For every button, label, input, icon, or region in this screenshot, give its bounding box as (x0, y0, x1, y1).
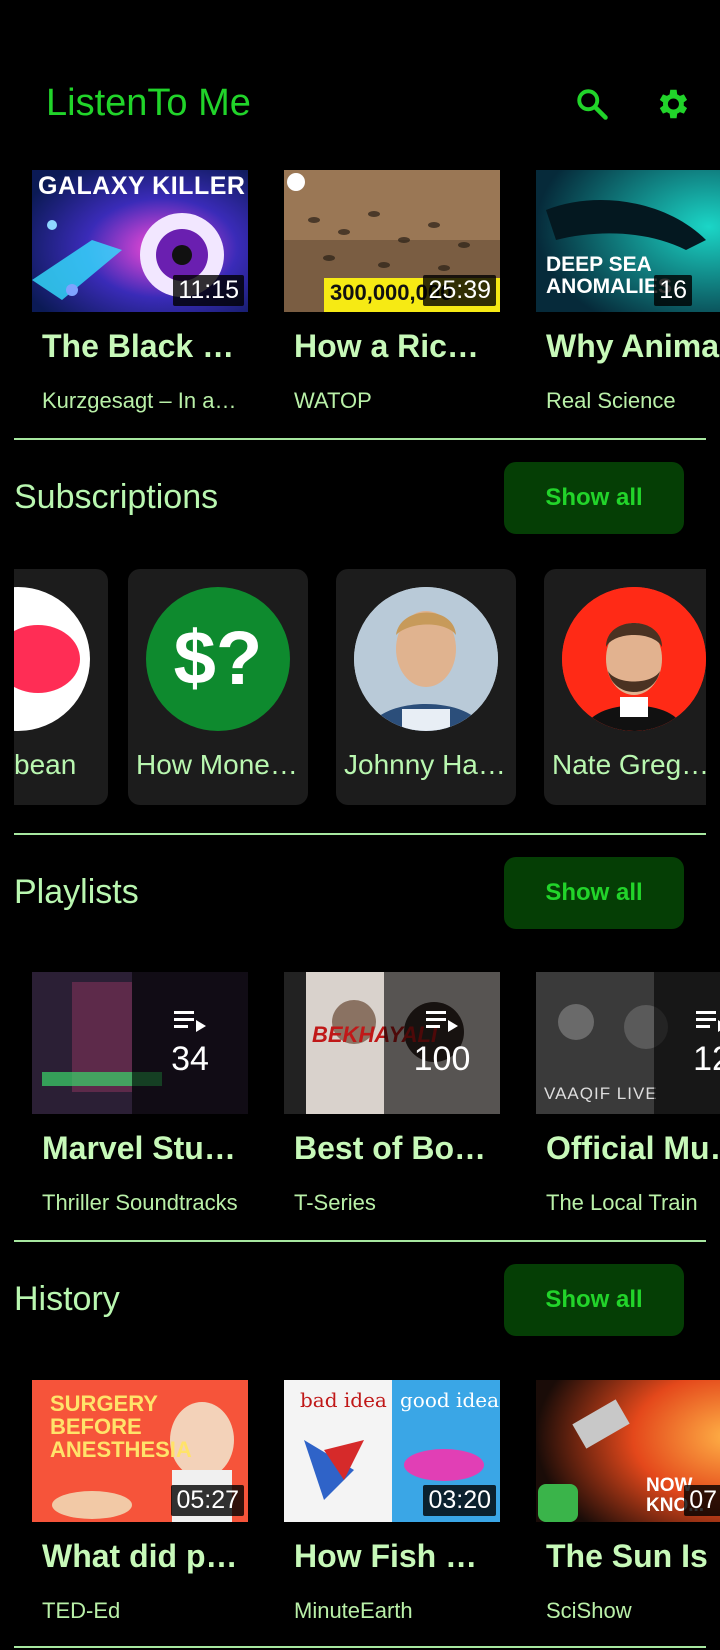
video-thumbnail[interactable]: GALAXY KILLER 11:15 (32, 170, 248, 312)
thumbnail-caption-right: good idea (400, 1388, 500, 1412)
avatar: $? (146, 587, 290, 731)
subscriptions-header: Subscriptions Show all (0, 462, 720, 534)
show-all-playlists-button[interactable]: Show all (504, 857, 684, 929)
playlist-channel: T-Series (294, 1190, 376, 1212)
subscriptions-row: bean $? How Money Works Johnny Harris (14, 569, 706, 805)
app-title: ListenTo Me (46, 82, 251, 124)
video-title: The Black Hole That Kills Galaxies (42, 328, 242, 364)
playlist-thumbnail[interactable]: 34 (32, 972, 248, 1114)
subscription-card[interactable]: Nate Gregory (544, 569, 706, 805)
playlist-overlay: 100 (384, 972, 500, 1114)
avatar (562, 587, 706, 731)
channel-name: MinuteEarth (294, 1598, 413, 1623)
video-thumbnail[interactable]: 300,000,000 25:39 (284, 170, 500, 312)
history-header: History Show all (0, 1264, 720, 1336)
playlist-channel: The Local Train (546, 1190, 698, 1212)
history-row: SURGERY BEFORE ANESTHESIA 05:27 What did… (0, 1380, 720, 1630)
channel-name: Real Science (546, 388, 676, 413)
playlist-icon (694, 1008, 720, 1036)
thumbnail-caption: GALAXY KILLER (38, 172, 246, 200)
duration-badge: 16 (654, 275, 692, 306)
duration-badge: 07 (684, 1485, 720, 1516)
recommended-row: GALAXY KILLER 11:15 The Black Hole That … (0, 170, 720, 430)
subscription-card[interactable]: Johnny Harris (336, 569, 516, 805)
subscription-name: Nate Gregory (552, 749, 706, 780)
playlist-overlay: 34 (132, 972, 248, 1114)
playlist-count: 12 (693, 1039, 720, 1078)
avatar (354, 587, 498, 731)
show-all-history-button[interactable]: Show all (504, 1264, 684, 1336)
playlist-title: Best of Bollywood (294, 1130, 494, 1166)
duration-badge: 03:20 (423, 1485, 496, 1516)
section-divider (14, 1240, 706, 1242)
thumbnail-caption: VAAQIF LIVE (544, 1084, 658, 1103)
section-title: History (14, 1280, 120, 1318)
video-thumbnail[interactable]: NOW KNO... 07 (536, 1380, 720, 1522)
channel-name: TED-Ed (42, 1598, 121, 1623)
video-thumbnail[interactable]: SURGERY BEFORE ANESTHESIA 05:27 (32, 1380, 248, 1522)
duration-badge: 05:27 (171, 1485, 244, 1516)
video-title: How a Rich Ecosystem (294, 328, 494, 364)
thumbnail-caption-left: bad idea (300, 1388, 387, 1412)
channel-name: WATOP (294, 388, 372, 413)
avatar (14, 587, 90, 731)
playlist-icon (172, 1008, 208, 1036)
channel-name: Kurzgesagt – In a Nutshell (42, 388, 242, 413)
subscription-card[interactable]: $? How Money Works (128, 569, 308, 805)
section-title: Playlists (14, 873, 139, 911)
search-icon[interactable] (572, 84, 612, 124)
channel-name: SciShow (546, 1598, 632, 1623)
playlist-title: Marvel Studios (42, 1130, 242, 1166)
gear-icon[interactable] (652, 84, 692, 124)
playlist-overlay: 12 (654, 972, 720, 1114)
video-thumbnail[interactable]: bad idea good idea 03:20 (284, 1380, 500, 1522)
app-bar: ListenTo Me (0, 70, 720, 144)
section-divider (14, 1646, 706, 1648)
subscription-name: bean (14, 749, 77, 780)
playlists-row: 34 Marvel Studios Thriller Soundtracks B… (0, 972, 720, 1212)
duration-badge: 11:15 (173, 275, 244, 306)
playlist-count: 100 (413, 1039, 471, 1078)
playlist-icon (424, 1008, 460, 1036)
show-all-subscriptions-button[interactable]: Show all (504, 462, 684, 534)
section-divider (14, 438, 706, 440)
video-title: What did people do (42, 1538, 242, 1574)
playlists-header: Playlists Show all (0, 857, 720, 929)
duration-badge: 25:39 (423, 275, 496, 306)
video-title: The Sun Is (546, 1538, 708, 1574)
subscription-card[interactable]: bean (14, 569, 108, 805)
video-thumbnail[interactable]: DEEP SEA ANOMALIES 16 (536, 170, 720, 312)
section-divider (14, 833, 706, 835)
playlist-thumbnail[interactable]: BEKHAYALI 100 (284, 972, 500, 1114)
playlist-title: Official Music (546, 1130, 720, 1166)
subscription-name: How Money Works (136, 749, 304, 780)
thumbnail-caption: SURGERY BEFORE ANESTHESIA (50, 1391, 192, 1462)
avatar-text: $? (173, 616, 263, 701)
video-title: How Fish Got (294, 1538, 494, 1574)
playlist-thumbnail[interactable]: VAAQIF LIVE 12 (536, 972, 720, 1114)
playlist-channel: Thriller Soundtracks (42, 1190, 238, 1212)
subscription-name: Johnny Harris (344, 749, 512, 780)
playlist-count: 34 (171, 1039, 209, 1078)
section-title: Subscriptions (14, 478, 219, 516)
video-title: Why Animals (546, 328, 720, 364)
